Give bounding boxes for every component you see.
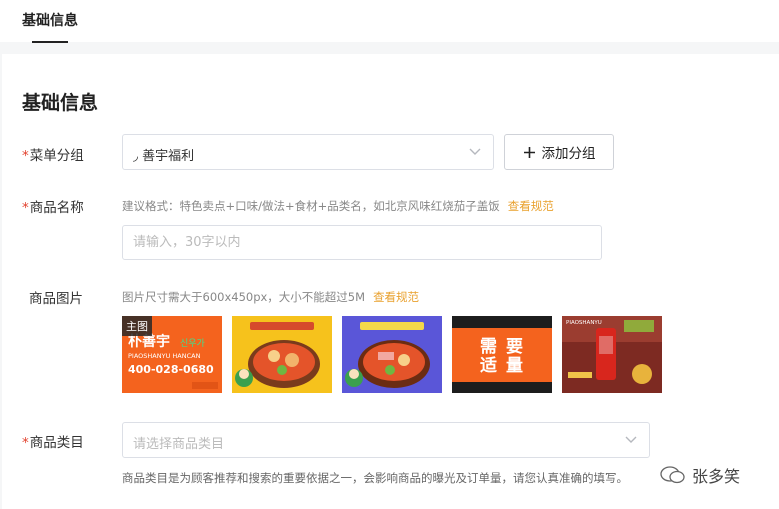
watermark: 张多笑: [660, 463, 740, 487]
svg-text:需: 需: [480, 337, 497, 357]
product-name-input[interactable]: [122, 225, 602, 260]
svg-text:量: 量: [506, 355, 523, 376]
view-image-spec-link[interactable]: 查看规范: [373, 290, 419, 304]
menu-group-value: ◞ 善宇福利: [133, 149, 195, 164]
add-group-label: 添加分组: [541, 146, 596, 162]
section-title: 基础信息: [22, 92, 99, 114]
product-image-1[interactable]: 朴善宇 신우가 PIAOSHANYU HANCAN 400-028-0680 主…: [122, 316, 222, 393]
product-category-placeholder: 请选择商品类目: [133, 437, 225, 452]
menu-group-label: *菜单分组: [22, 148, 84, 164]
product-name-label: *商品名称: [22, 200, 84, 216]
product-images-hint: 图片尺寸需大于600x450px，大小不能超过5M 查看规范: [122, 290, 420, 304]
product-image-2[interactable]: [232, 316, 332, 393]
svg-text:신우가: 신우가: [180, 338, 205, 349]
wechat-icon: [660, 466, 685, 484]
svg-text:400-028-0680: 400-028-0680: [128, 363, 214, 376]
active-tab-indicator: [32, 41, 68, 43]
svg-text:要: 要: [506, 337, 523, 357]
form-panel: 基础信息 *菜单分组 ◞ 善宇福利 添加分组 *商品名称 建议格式：特色卖点+口…: [2, 54, 779, 509]
product-image-4[interactable]: 需 要 适 量: [452, 316, 552, 393]
svg-text:PIAOSHANYU: PIAOSHANYU: [566, 320, 602, 326]
main-image-badge: 主图: [122, 316, 152, 336]
top-tab-bar: 基础信息: [0, 0, 779, 43]
product-name-hint: 建议格式：特色卖点+口味/做法+食材+品类名，如北京风味红烧茄子盖饭 查看规范: [122, 199, 554, 213]
plus-icon: [523, 146, 535, 158]
chevron-down-icon: [469, 148, 481, 155]
menu-group-select[interactable]: ◞ 善宇福利: [122, 134, 494, 170]
view-spec-link[interactable]: 查看规范: [508, 199, 554, 213]
chevron-down-icon: [625, 436, 637, 443]
product-category-label: *商品类目: [22, 435, 84, 451]
required-mark: *: [22, 148, 29, 164]
product-image-5[interactable]: PIAOSHANYU: [562, 316, 662, 393]
tab-basic-info[interactable]: 基础信息: [22, 10, 78, 30]
product-images-label: 商品图片: [29, 291, 83, 307]
product-image-3[interactable]: [342, 316, 442, 393]
svg-text:适: 适: [480, 356, 497, 376]
product-category-hint: 商品类目是为顾客推荐和搜索的重要依据之一，会影响商品的曝光及订单量，请您认真准确…: [122, 471, 628, 485]
add-group-button[interactable]: 添加分组: [504, 134, 614, 170]
svg-text:PIAOSHANYU HANCAN: PIAOSHANYU HANCAN: [128, 352, 201, 360]
product-category-select[interactable]: 请选择商品类目: [122, 422, 650, 458]
